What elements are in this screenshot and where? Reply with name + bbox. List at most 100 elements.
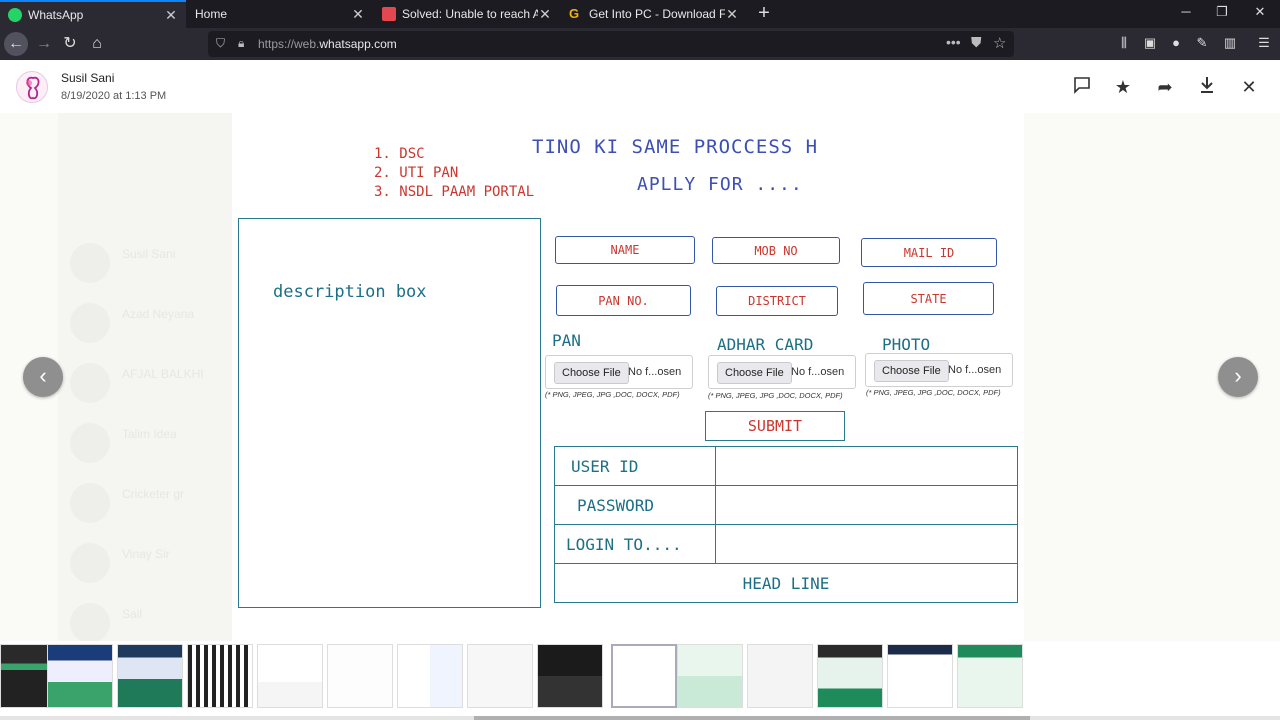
media-thumbnail[interactable] (957, 644, 1023, 708)
user-id-cell (715, 447, 1017, 485)
tab-whatsapp[interactable]: WhatsApp ✕ (0, 0, 186, 28)
mail-field: MAIL ID (861, 238, 997, 267)
headline-label: HEAD LINE (742, 573, 830, 593)
profile-icon[interactable]: ● (1166, 35, 1186, 50)
media-thumbnail[interactable] (327, 644, 393, 708)
media-image: 1. DSC 2. UTI PAN 3. NSDL PAAM PORTAL TI… (232, 113, 1024, 641)
sketch-title: TINO KI SAME PROCCESS H (532, 136, 819, 158)
container-icon[interactable]: ▥ (1220, 35, 1240, 51)
more-icon[interactable]: ••• (946, 34, 961, 50)
choose-file-button: Choose File (554, 362, 629, 384)
next-media-button[interactable]: › (1218, 357, 1258, 397)
shield-icon[interactable]: ⛉ (216, 36, 225, 51)
url-text[interactable]: https://web.whatsapp.com (258, 37, 397, 51)
adobe-icon (382, 7, 396, 21)
tab-getintopc[interactable]: G Get Into PC - Download Free Yo ✕ (561, 0, 747, 28)
user-id-label: USER ID (571, 457, 639, 476)
restore-icon[interactable]: ❐ (1212, 4, 1232, 20)
home-icon[interactable]: ⌂ (85, 32, 109, 56)
avatar[interactable] (16, 71, 48, 103)
media-thumbnail[interactable] (887, 644, 953, 708)
password-label: PASSWORD (577, 496, 655, 515)
google-icon: G (569, 6, 580, 21)
avatar (70, 303, 110, 343)
chat-name: Susil Sani (122, 247, 176, 261)
pan-upload-label: PAN (552, 331, 581, 350)
login-to-cell (715, 525, 1017, 563)
menu-icon[interactable]: ☰ (1254, 35, 1274, 51)
media-thumbnail[interactable] (47, 644, 113, 708)
avatar (70, 363, 110, 403)
chat-name: Sail (122, 607, 143, 621)
numbered-list: 1. DSC 2. UTI PAN 3. NSDL PAAM PORTAL (374, 145, 534, 202)
file-type-hint: (* PNG, JPEG, JPG ,DOC, DOCX, PDF) (708, 391, 843, 400)
media-thumbnail[interactable] (817, 644, 883, 708)
media-thumbnail[interactable] (117, 644, 183, 708)
photo-file-input: Choose File No f...osen (865, 353, 1013, 387)
bookmark-star-icon[interactable]: ☆ (993, 34, 1006, 52)
new-tab-icon[interactable]: + (752, 2, 776, 25)
sidebar-icon[interactable]: ▣ (1140, 35, 1160, 51)
description-box: description box (238, 218, 541, 608)
list-item: 1. DSC (374, 146, 425, 162)
close-icon[interactable]: ✕ (1238, 76, 1260, 98)
close-tab-icon[interactable]: ✕ (351, 6, 365, 23)
library-icon[interactable]: ⫼ (1114, 35, 1134, 51)
window-close-icon[interactable]: ✕ (1250, 4, 1270, 20)
adhar-file-input: Choose File No f...osen (708, 355, 856, 389)
file-status: No f...osen (791, 366, 845, 378)
state-field: STATE (863, 282, 994, 315)
extension-icon[interactable]: ✎ (1192, 35, 1212, 51)
list-item: Vinay Sir (70, 543, 230, 583)
file-type-hint: (* PNG, JPEG, JPG ,DOC, DOCX, PDF) (545, 390, 680, 399)
media-thumbnail[interactable] (537, 644, 603, 708)
browser-toolbar: ← → ↻ ⌂ ⛉ 🔒︎ https://web.whatsapp.com ••… (0, 28, 1280, 60)
login-table: USER ID PASSWORD LOGIN TO.... HEAD LINE (554, 446, 1018, 603)
thumbnail-scrollbar-thumb[interactable] (474, 716, 1030, 720)
chat-name: Vinay Sir (122, 547, 170, 561)
mob-field: MOB NO (712, 237, 840, 264)
choose-file-button: Choose File (874, 360, 949, 382)
download-icon[interactable] (1196, 76, 1218, 98)
browser-tab-bar: WhatsApp ✕ Home ✕ Solved: Unable to reac… (0, 0, 1280, 28)
lock-icon[interactable]: 🔒︎ (238, 36, 244, 51)
media-thumbnail[interactable] (747, 644, 813, 708)
media-thumbnail[interactable] (187, 644, 253, 708)
previous-media-button[interactable]: ‹ (23, 357, 63, 397)
minimize-icon[interactable]: ─ (1176, 4, 1196, 19)
media-thumbnail[interactable] (467, 644, 533, 708)
forward-icon[interactable]: ➦ (1154, 76, 1176, 98)
media-thumbnail-active[interactable] (611, 644, 677, 708)
media-thumbnail[interactable] (257, 644, 323, 708)
reload-icon[interactable]: ↻ (58, 32, 82, 56)
media-thumbnail-strip (0, 641, 1280, 720)
tab-adobe[interactable]: Solved: Unable to reach Adobe ✕ (374, 0, 560, 28)
description-label: description box (273, 282, 427, 302)
avatar (70, 243, 110, 283)
tab-label: Get Into PC - Download Free Yo (589, 7, 725, 21)
close-tab-icon[interactable]: ✕ (725, 6, 739, 23)
whatsapp-icon (8, 8, 22, 22)
comment-icon[interactable] (1071, 76, 1093, 98)
star-icon[interactable]: ★ (1112, 76, 1134, 98)
url-domain: whatsapp.com (319, 37, 397, 51)
back-icon[interactable]: ← (4, 32, 28, 56)
tab-home[interactable]: Home ✕ (187, 0, 373, 28)
list-item: Talim Idea (70, 423, 230, 463)
tab-label: Solved: Unable to reach Adobe (402, 7, 538, 21)
sender-name: Susil Sani (61, 71, 115, 85)
url-prefix: https://web. (258, 37, 320, 51)
forward-icon[interactable]: → (32, 32, 56, 56)
media-thumbnail[interactable] (677, 644, 743, 708)
url-bar[interactable]: ⛉ 🔒︎ https://web.whatsapp.com ••• ⛊ ☆ (208, 31, 1014, 57)
chat-name: Cricketer gr (122, 487, 185, 501)
choose-file-button: Choose File (717, 362, 792, 384)
table-row: LOGIN TO.... (555, 525, 1017, 564)
media-thumbnail[interactable] (397, 644, 463, 708)
close-tab-icon[interactable]: ✕ (164, 7, 178, 24)
pocket-icon[interactable]: ⛊ (971, 34, 982, 51)
list-item: Azad Neyana (70, 303, 230, 343)
table-row: PASSWORD (555, 486, 1017, 525)
list-item: Susil Sani (70, 243, 230, 283)
close-tab-icon[interactable]: ✕ (538, 6, 552, 23)
